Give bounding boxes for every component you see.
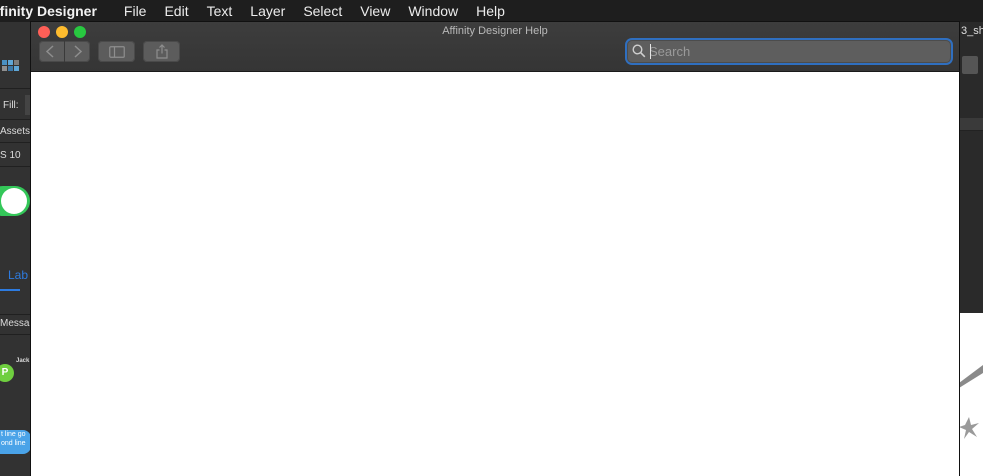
chevron-left-icon	[45, 45, 54, 58]
asset-category: S 10	[0, 150, 21, 161]
app-menu[interactable]: ffinity Designer	[0, 3, 115, 19]
message-bubble: t line go ond line	[0, 430, 31, 454]
menu-layer[interactable]: Layer	[241, 3, 294, 19]
menu-window[interactable]: Window	[399, 3, 467, 19]
contact-name: Jack	[16, 358, 30, 364]
navigation-buttons	[39, 41, 90, 62]
menu-file[interactable]: File	[115, 3, 156, 19]
assets-tab[interactable]: Assets	[0, 126, 30, 137]
bubble-line-2: ond line	[1, 440, 26, 447]
tab-underline	[0, 289, 20, 291]
fill-label: Fill:	[3, 100, 19, 111]
toggle-sidebar-button[interactable]	[98, 41, 135, 62]
menu-help[interactable]: Help	[467, 3, 514, 19]
bubble-line-1: t line go	[1, 431, 26, 438]
background-app-left-panel: Fill: Assets S 10 Lab Messa P Jack t lin…	[0, 22, 31, 476]
chevron-right-icon	[74, 45, 83, 58]
search-icon	[632, 44, 646, 63]
messages-label: Messa	[0, 318, 30, 329]
menu-edit[interactable]: Edit	[155, 3, 197, 19]
search-field[interactable]	[627, 40, 951, 63]
canvas-shape-icon	[959, 365, 983, 439]
toggle-knob	[1, 188, 27, 214]
ruler	[959, 118, 983, 131]
help-window: Affinity Designer Help	[31, 22, 959, 476]
menu-select[interactable]: Select	[294, 3, 351, 19]
canvas[interactable]	[959, 313, 983, 476]
avatar: P	[0, 364, 14, 382]
toggle-switch[interactable]	[0, 186, 30, 216]
menu-text[interactable]: Text	[198, 3, 242, 19]
share-button[interactable]	[143, 41, 180, 62]
menu-bar: ffinity Designer File Edit Text Layer Se…	[0, 0, 983, 22]
help-content-area[interactable]	[31, 72, 959, 476]
tab-label[interactable]: Lab	[8, 268, 28, 282]
sidebar-icon	[108, 45, 125, 58]
document-tab[interactable]: 3_sh	[961, 25, 983, 37]
search-input[interactable]	[649, 42, 945, 61]
back-button[interactable]	[39, 43, 63, 63]
toolbar-icon[interactable]	[962, 56, 978, 74]
background-app-right-panel: 3_sh	[959, 22, 983, 476]
share-icon	[155, 44, 168, 59]
forward-button[interactable]	[65, 43, 89, 63]
menu-view[interactable]: View	[351, 3, 399, 19]
window-title: Affinity Designer Help	[442, 25, 548, 37]
text-caret	[650, 44, 651, 59]
help-window-titlebar[interactable]: Affinity Designer Help	[31, 22, 959, 72]
